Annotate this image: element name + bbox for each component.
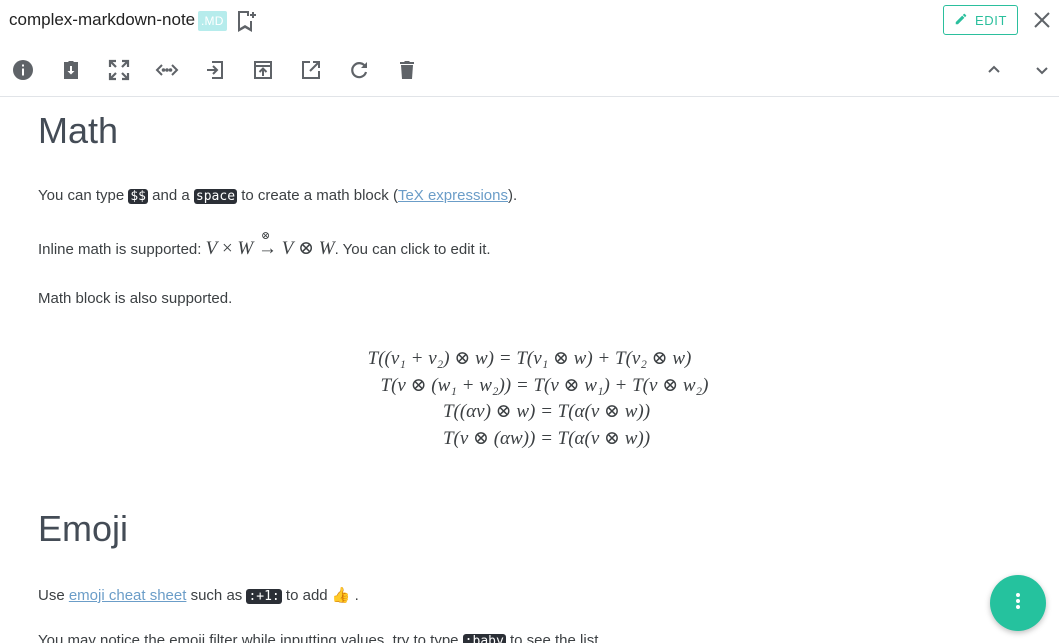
refresh-icon[interactable] <box>347 58 371 82</box>
math-block[interactable]: T((v₁ + v₂) ⊗ w) = T(v₁ ⊗ w) + T(v₂ ⊗ w)… <box>0 346 1059 452</box>
emoji-cheat-sheet-link[interactable]: emoji cheat sheet <box>69 587 187 604</box>
text: Inline math is supported: <box>38 241 206 258</box>
file-extension-badge: .MD <box>198 11 227 31</box>
fullscreen-icon[interactable] <box>107 58 131 82</box>
export-icon[interactable] <box>251 58 275 82</box>
math-paragraph-2: Inline math is supported: V × W ⊗ → V ⊗ W… <box>38 230 491 260</box>
chevron-up-icon[interactable] <box>982 58 1006 82</box>
code-dollar: $$ <box>128 189 149 204</box>
note-header: complex-markdown-note .MD EDIT <box>0 0 1059 42</box>
code-plus-one: :+1: <box>246 589 282 604</box>
math-line-2: T(v ⊗ (w₁ + w₂)) = T(v ⊗ w₁) + T(v ⊗ w₂) <box>380 374 709 396</box>
math-line-1: T((v₁ + v₂) ⊗ w) = T(v₁ ⊗ w) + T(v₂ ⊗ w) <box>367 348 692 369</box>
text: ). <box>508 187 518 204</box>
text: to see the list. <box>505 632 603 643</box>
edit-button-label: EDIT <box>974 12 1007 28</box>
text: Use <box>38 587 69 604</box>
emoji-heading: Emoji <box>38 508 129 549</box>
more-vert-icon <box>1006 589 1030 618</box>
tex-expressions-link[interactable]: TeX expressions <box>398 187 508 204</box>
note-title: complex-markdown-note <box>9 10 196 29</box>
code-view-icon[interactable] <box>155 58 179 82</box>
math-line-4: T(v ⊗ (αw)) = T(α(v ⊗ w)) <box>442 427 651 449</box>
text: to create a math block ( <box>237 187 398 204</box>
code-baby: :baby <box>462 634 506 643</box>
import-icon[interactable] <box>203 58 227 82</box>
bookmark-add-icon[interactable] <box>235 9 257 33</box>
text: You can type <box>38 187 129 204</box>
math-paragraph-3: Math block is also supported. <box>38 290 233 307</box>
more-actions-fab[interactable] <box>990 575 1046 631</box>
math-line-3: T((αv) ⊗ w) = T(α(v ⊗ w)) <box>442 401 651 422</box>
math-paragraph-1: You can type $$ and a space to create a … <box>38 187 517 204</box>
edit-button[interactable]: EDIT <box>943 5 1018 35</box>
emoji-paragraph-1: Use emoji cheat sheet such as :+1: to ad… <box>38 586 359 604</box>
text: You may notice the emoji filter while in… <box>38 632 463 643</box>
text: . You can click to edit it. <box>334 241 491 258</box>
chevron-down-icon[interactable] <box>1030 58 1054 82</box>
info-icon[interactable] <box>11 58 35 82</box>
close-icon[interactable] <box>1031 9 1053 31</box>
text: to add 👍 . <box>281 587 359 604</box>
emoji-paragraph-2: You may notice the emoji filter while in… <box>38 632 603 643</box>
open-external-icon[interactable] <box>299 58 323 82</box>
note-content: Math You can type $$ and a space to crea… <box>0 97 1059 643</box>
inline-math[interactable]: V × W ⊗ → V ⊗ W <box>206 230 335 259</box>
download-icon[interactable] <box>59 58 83 82</box>
delete-icon[interactable] <box>395 58 419 82</box>
text: and a <box>148 187 194 204</box>
pencil-icon <box>954 12 968 29</box>
code-space: space <box>193 189 238 204</box>
note-toolbar <box>0 48 1059 92</box>
text: such as <box>186 587 247 604</box>
math-heading: Math <box>38 110 119 151</box>
